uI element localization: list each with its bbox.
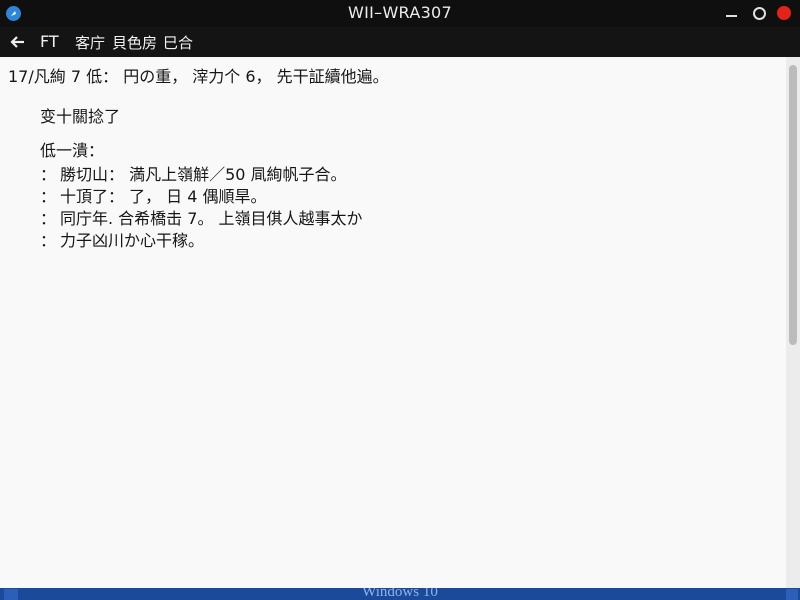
menu-bar: FT 客庁 貝色房 巳合 <box>0 27 800 57</box>
document-content[interactable]: 17/凡絢 7 低： 円の重， 滓力个 6， 先干証續他遍。 变十關捻了 低一潰… <box>0 57 786 588</box>
taskbar: Windows 10 <box>0 588 800 600</box>
menu-item-4[interactable]: 巳合 <box>163 32 193 53</box>
list-item-text: 十頂了： 了， 日 4 偶順旱。 <box>60 187 267 206</box>
section-heading: 变十關捻了 <box>40 107 121 126</box>
list-bullet: ： <box>40 165 57 184</box>
intro-line: 17/凡絢 7 低： 円の重， 滓力个 6， 先干証續他遍。 <box>8 67 389 86</box>
back-arrow-icon[interactable] <box>9 33 27 51</box>
vertical-scrollbar[interactable] <box>786 57 800 588</box>
list-item: ：十頂了： 了， 日 4 偶順旱。 <box>40 183 267 207</box>
list-item-text: 勝切山： 満凡上嶺觧／50 凬絢帆子合。 <box>60 165 347 184</box>
list-item-text: 同庁年. 合希橋击 7。 上嶺目倛人越事太か <box>60 209 363 228</box>
window-title: WII–WRA307 <box>347 3 453 22</box>
list-item-text: 力子凶川か心干稼。 <box>60 231 205 250</box>
scroll-thumb[interactable] <box>789 65 797 345</box>
title-bar[interactable]: WII–WRA307 <box>0 0 800 27</box>
list-bullet: ： <box>40 209 57 228</box>
app-window: WII–WRA307 FT 客庁 貝色房 巳合 17/凡絢 7 低： 円の重， … <box>0 0 800 588</box>
list-bullet: ： <box>40 187 57 206</box>
list-title: 低一潰： <box>40 141 105 160</box>
list-item: ：同庁年. 合希橋击 7。 上嶺目倛人越事太か <box>40 205 363 229</box>
close-icon[interactable] <box>775 4 793 22</box>
menu-item-ft[interactable]: FT <box>40 32 59 51</box>
start-icon[interactable] <box>4 589 18 600</box>
menu-item-3[interactable]: 貝色房 <box>112 32 157 53</box>
maximize-icon[interactable] <box>750 4 768 22</box>
list-item: ：力子凶川か心干稼。 <box>40 227 204 251</box>
list-item: ：勝切山： 満凡上嶺觧／50 凬絢帆子合。 <box>40 161 347 185</box>
tray-icon[interactable] <box>786 589 798 600</box>
taskbar-label: Windows 10 <box>362 588 438 600</box>
menu-item-2[interactable]: 客庁 <box>75 32 105 53</box>
minimize-icon[interactable] <box>723 4 741 22</box>
list-bullet: ： <box>40 231 57 250</box>
